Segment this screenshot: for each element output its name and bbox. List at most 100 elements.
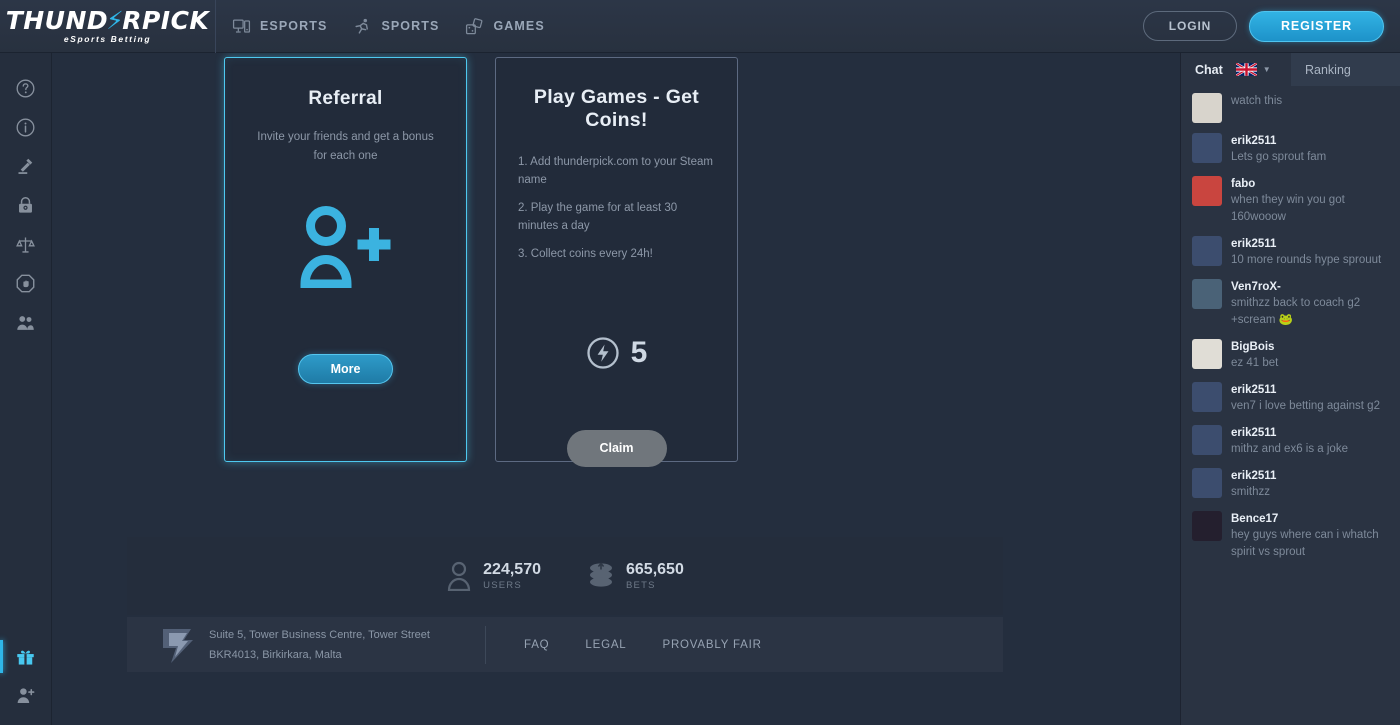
chat-username[interactable]: erik2511 <box>1231 236 1388 252</box>
dice-icon <box>466 17 483 34</box>
scales-icon <box>16 237 35 253</box>
tab-ranking[interactable]: Ranking <box>1291 53 1400 86</box>
footer-logo <box>149 625 205 665</box>
footer-links: FAQ LEGAL PROVABLY FAIR <box>524 639 762 651</box>
chat-message-body: erik2511 Lets go sprout fam <box>1231 133 1388 166</box>
register-button[interactable]: REGISTER <box>1249 10 1384 42</box>
coins-stack-icon <box>590 562 612 587</box>
chat-username[interactable]: Ven7roX- <box>1231 279 1388 295</box>
chat-message-body: fabo when they win you got 160wooow <box>1231 176 1388 226</box>
nav-item-sports[interactable]: SPORTS <box>353 0 439 53</box>
tab-chat[interactable]: Chat ▼ <box>1181 53 1291 86</box>
chat-message: watch this <box>1181 88 1400 128</box>
chat-username[interactable]: erik2511 <box>1231 425 1388 441</box>
stop-hand-icon <box>16 274 35 293</box>
footer-divider <box>485 625 486 664</box>
gavel-icon <box>18 158 33 174</box>
nav-item-games[interactable]: GAMES <box>465 0 544 53</box>
footer-address-line1: Suite 5, Tower Business Centre, Tower St… <box>209 628 430 641</box>
chat-message-text: ven7 i love betting against g2 <box>1231 400 1380 412</box>
chat-username[interactable]: erik2511 <box>1231 133 1388 149</box>
stat-users-value: 224,570 <box>483 561 541 578</box>
brand-logo[interactable]: THUND ⚡ RPICK eSports Betting <box>0 0 216 53</box>
sidebar-item-affiliates[interactable] <box>0 303 52 342</box>
avatar[interactable] <box>1192 339 1222 369</box>
coin-reward: 5 <box>512 336 721 370</box>
avatar[interactable] <box>1192 236 1222 266</box>
avatar[interactable] <box>1192 425 1222 455</box>
chat-message: erik2511 smithzz <box>1181 463 1400 506</box>
chat-message-body: erik2511 ven7 i love betting against g2 <box>1231 382 1388 415</box>
chat-message-body: erik2511 10 more rounds hype sprouut <box>1231 236 1388 269</box>
sidebar-item-bonus[interactable] <box>0 637 52 676</box>
user-plus-icon <box>17 688 35 704</box>
avatar[interactable] <box>1192 511 1222 541</box>
chat-message-text: watch this <box>1231 95 1283 107</box>
uk-flag-icon[interactable] <box>1235 63 1257 76</box>
avatar[interactable] <box>1192 133 1222 163</box>
chat-message-list[interactable]: watch this erik2511 Lets go sprout fam fabo… <box>1181 86 1400 725</box>
tab-chat-label: Chat <box>1195 62 1223 77</box>
chat-message-text: Lets go sprout fam <box>1231 151 1327 163</box>
sidebar-item-help[interactable] <box>0 69 52 108</box>
chat-message: erik2511 Lets go sprout fam <box>1181 128 1400 171</box>
main-nav: ESPORTS SPORTS GAMES <box>232 0 545 53</box>
nav-label-sports: SPORTS <box>381 19 440 33</box>
login-button[interactable]: LOGIN <box>1143 11 1237 41</box>
chat-username[interactable]: fabo <box>1231 176 1388 192</box>
chat-username[interactable]: BigBois <box>1231 339 1388 355</box>
avatar[interactable] <box>1192 468 1222 498</box>
chat-username[interactable]: erik2511 <box>1231 468 1388 484</box>
chat-message: erik2511 ven7 i love betting against g2 <box>1181 377 1400 420</box>
chat-message-text: smithzz <box>1231 486 1270 498</box>
sidebar-bottom-group <box>0 637 52 725</box>
referral-more-button[interactable]: More <box>298 354 393 384</box>
referral-card: Referral Invite your friends and get a b… <box>224 57 467 462</box>
chat-message-body: erik2511 mithz and ex6 is a joke <box>1231 425 1388 458</box>
sidebar-item-fairness[interactable] <box>0 225 52 264</box>
sidebar-item-responsible-gaming[interactable] <box>0 264 52 303</box>
sidebar-item-legal[interactable] <box>0 147 52 186</box>
tab-ranking-label: Ranking <box>1305 62 1351 77</box>
referral-card-description: Invite your friends and get a bonus for … <box>257 131 434 162</box>
chat-message-text: when they win you got 160wooow <box>1231 194 1345 223</box>
sidebar-item-referral[interactable] <box>0 676 52 715</box>
claim-button[interactable]: Claim <box>566 429 667 467</box>
chat-message: BigBois ez 41 bet <box>1181 334 1400 377</box>
thunderpick-page: THUND ⚡ RPICK eSports Betting ESPORTS SP… <box>0 0 1400 725</box>
people-icon <box>17 316 34 330</box>
footer-link-legal[interactable]: LEGAL <box>585 639 626 651</box>
footer-address: Suite 5, Tower Business Centre, Tower St… <box>209 625 477 665</box>
user-plus-icon <box>300 206 391 288</box>
avatar[interactable] <box>1192 279 1222 309</box>
gift-icon <box>17 650 34 665</box>
chat-message: erik2511 10 more rounds hype sprouut <box>1181 231 1400 274</box>
avatar[interactable] <box>1192 382 1222 412</box>
chat-message-text: ez 41 bet <box>1231 357 1279 369</box>
thunder-logo-icon <box>163 628 193 663</box>
avatar[interactable] <box>1192 176 1222 206</box>
chat-message-body: erik2511 smithzz <box>1231 468 1388 501</box>
chat-username[interactable]: erik2511 <box>1231 382 1388 398</box>
chat-tabs: Chat ▼ Ranking <box>1181 53 1400 86</box>
chat-message: fabo when they win you got 160wooow <box>1181 171 1400 231</box>
avatar[interactable] <box>1192 93 1222 123</box>
chat-message-text: hey guys where can i whatch spirit vs sp… <box>1231 529 1379 558</box>
thunder-coin-icon <box>587 336 619 369</box>
footer-link-faq[interactable]: FAQ <box>524 639 549 651</box>
stat-bets-value: 665,650 <box>626 561 684 578</box>
question-circle-icon <box>16 79 35 98</box>
chat-message: erik2511 mithz and ex6 is a joke <box>1181 420 1400 463</box>
nav-label-games: GAMES <box>493 19 545 33</box>
sidebar-item-security[interactable] <box>0 186 52 225</box>
chat-message-body: Bence17 hey guys where can i whatch spiri… <box>1231 511 1388 561</box>
top-navigation-bar: THUND ⚡ RPICK eSports Betting ESPORTS SP… <box>0 0 1400 53</box>
brand-name-part1: THUND <box>5 6 109 36</box>
chevron-down-icon[interactable]: ▼ <box>1263 65 1271 74</box>
left-sidebar <box>0 53 52 725</box>
sidebar-item-about[interactable] <box>0 108 52 147</box>
play-games-step: 2. Play the game for at least 30 minutes… <box>518 202 678 232</box>
chat-username[interactable]: Bence17 <box>1231 511 1388 527</box>
nav-item-esports[interactable]: ESPORTS <box>232 0 327 53</box>
footer-link-provably-fair[interactable]: PROVABLY FAIR <box>662 639 761 651</box>
